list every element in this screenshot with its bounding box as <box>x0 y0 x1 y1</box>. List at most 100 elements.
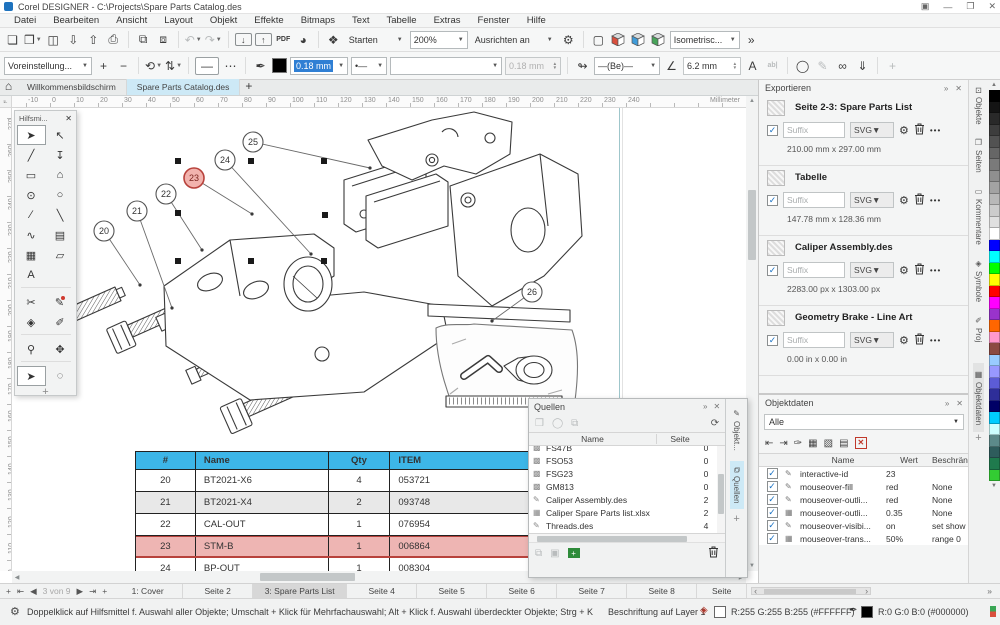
ellipse-halo-button[interactable]: ◯ <box>794 57 811 75</box>
palette-swatch-10[interactable] <box>989 205 1000 217</box>
tab-scroll-thumb[interactable] <box>764 589 856 594</box>
palette-swatch-26[interactable] <box>989 389 1000 401</box>
open-button[interactable]: ❒▼ <box>24 31 42 49</box>
docker-tab-objekt[interactable]: ✎Objekt... <box>730 403 743 457</box>
import-button[interactable]: ⇩ <box>65 31 82 49</box>
zoom-tool[interactable]: ⚲ <box>17 339 46 359</box>
quellen-close-icon[interactable]: ✕ <box>713 402 720 411</box>
export-checkbox[interactable]: ✓ <box>767 335 778 346</box>
palette-swatch-27[interactable] <box>989 401 1000 413</box>
lasso-tool[interactable]: ◌ <box>46 366 75 386</box>
export-checkbox[interactable]: ✓ <box>767 125 778 136</box>
palette-swatch-33[interactable] <box>989 470 1000 482</box>
export-button[interactable]: ⇧ <box>85 31 102 49</box>
trash-icon[interactable] <box>914 263 925 275</box>
vertical-scroll-thumb[interactable] <box>748 190 756 260</box>
menu-tabelle[interactable]: Tabelle <box>386 15 416 26</box>
page-tab-8[interactable]: Seite <box>697 584 747 598</box>
page-tab-1[interactable]: Seite 2 <box>183 584 253 598</box>
source-row-4[interactable]: ✎Caliper Assembly.des2 <box>529 493 725 506</box>
palette-swatch-32[interactable] <box>989 458 1000 470</box>
menu-hilfe[interactable]: Hilfe <box>527 15 546 26</box>
refresh-icon[interactable]: ⟳ <box>711 418 719 429</box>
export-delete-button[interactable] <box>914 193 925 208</box>
export-more-button[interactable]: ••• <box>930 126 941 135</box>
docker-tab-objekte[interactable]: ⊡Objekte <box>973 80 984 131</box>
palette-swatch-1[interactable] <box>989 102 1000 114</box>
export-settings-gear-icon[interactable]: ⚙ <box>899 264 909 277</box>
horizontal-ruler[interactable]: Millimeter -1001020304050607080901001101… <box>12 96 746 108</box>
pick-tool[interactable]: ➤ <box>17 125 46 145</box>
tab-scroll-right-icon[interactable]: › <box>865 586 868 596</box>
field-left-button[interactable]: ⇤ <box>765 438 773 449</box>
page-tab-scrollbar[interactable]: ‹› <box>751 587 871 595</box>
row-checkbox[interactable]: ✓ <box>767 520 778 531</box>
od-col-beschr[interactable]: Beschrän <box>932 455 968 465</box>
page-tab-2[interactable]: 3: Spare Parts List <box>253 584 347 598</box>
callout-26[interactable]: 26 <box>522 282 542 302</box>
trash-icon[interactable] <box>914 123 925 135</box>
starten-combo[interactable]: Starten▼ <box>345 31 407 49</box>
callout-style-combo[interactable]: —(Be)—▼ <box>594 57 660 75</box>
upload-content-button[interactable]: ↑ <box>255 33 272 46</box>
dashed-line-button[interactable]: ⋯ <box>222 57 239 75</box>
selection-handle[interactable] <box>321 258 327 264</box>
palette-swatch-22[interactable] <box>989 343 1000 355</box>
table-row-21[interactable]: 21BT2021-X42093748 <box>136 492 535 514</box>
copy-properties-button[interactable]: ⧉ <box>135 31 152 49</box>
download-content-button[interactable]: ↓ <box>235 33 252 46</box>
selection-handle[interactable] <box>248 258 254 264</box>
spin-down-icon[interactable]: ▼ <box>733 66 737 70</box>
exportieren-close-icon[interactable]: ✕ <box>955 84 962 93</box>
selection-handle[interactable] <box>248 158 254 164</box>
palette-swatch-24[interactable] <box>989 366 1000 378</box>
save-button[interactable]: ◫ <box>45 31 62 49</box>
format-select[interactable]: SVG▼ <box>850 262 894 278</box>
toolbox-title-bar[interactable]: Hilfsmi... ✕ <box>15 111 76 125</box>
table-row-22[interactable]: 22CAL-OUT1076954 <box>136 514 535 536</box>
menu-datei[interactable]: Datei <box>14 15 36 26</box>
field-right-button[interactable]: ⇥ <box>779 438 787 449</box>
callout-20[interactable]: 20 <box>94 221 114 241</box>
export-more-button[interactable]: ••• <box>930 196 941 205</box>
secondary-width-spinner[interactable]: 0.18 mm▲▼ <box>505 57 561 75</box>
source-row-3[interactable]: ▩GM8130 <box>529 480 725 493</box>
leader-gap-spinner[interactable]: 6.2 mm▲▼ <box>683 57 741 75</box>
document-tab-0[interactable]: Willkommensbildschirm <box>17 79 127 95</box>
diagonal-line-tool[interactable]: ╲ <box>46 205 75 225</box>
menu-fenster[interactable]: Fenster <box>478 15 510 26</box>
projection-front-cube-icon[interactable] <box>610 31 627 49</box>
palette-scroll-down-icon[interactable]: ▼ <box>991 481 997 491</box>
ellipse-center-tool[interactable]: ⊙ <box>17 185 46 205</box>
palette-swatch-30[interactable] <box>989 435 1000 447</box>
palette-swatch-15[interactable] <box>989 263 1000 275</box>
halo-settings-button[interactable]: ⟲▼ <box>145 57 162 75</box>
format-select[interactable]: SVG▼ <box>850 192 894 208</box>
trash-icon[interactable] <box>914 193 925 205</box>
docker-tab-objektdaten[interactable]: ▦Objektdaten <box>973 363 984 432</box>
approve-pen-button[interactable]: ✑ <box>794 438 802 449</box>
objektdaten-row-1[interactable]: ✓✎mouseover-fillredNone <box>759 480 969 493</box>
snap-to-combo[interactable]: Ausrichten an▼ <box>471 31 557 49</box>
pick-alt-tool[interactable]: ➤ <box>17 366 46 386</box>
scale-settings-button[interactable]: ⇅▼ <box>165 57 182 75</box>
palette-swatch-4[interactable] <box>989 136 1000 148</box>
delete-source-button[interactable] <box>708 546 719 561</box>
polygon-tool[interactable]: ⌂ <box>46 165 75 185</box>
row-checkbox[interactable]: ✓ <box>767 481 778 492</box>
objektdaten-row-2[interactable]: ✓✎mouseover-outli...redNone <box>759 493 969 506</box>
new-document-tab-button[interactable]: + <box>240 77 257 95</box>
objektdaten-column-headers[interactable]: Name Wert Beschrän <box>759 453 969 467</box>
suffix-input[interactable]: Suffix <box>783 122 845 138</box>
exportieren-title-bar[interactable]: Exportieren » ✕ <box>759 80 968 96</box>
toolbox-add-button[interactable]: + <box>17 386 75 398</box>
source-row-5[interactable]: ▦Caliper Spare Parts list.xlsx2 <box>529 506 725 519</box>
symbol-manager-button[interactable]: ⧈ <box>155 31 172 49</box>
od-col-wert[interactable]: Wert <box>886 455 932 465</box>
objektdaten-row-4[interactable]: ✓✎mouseover-visibi...onset show <box>759 519 969 532</box>
line-tool[interactable]: ∕ <box>17 205 46 225</box>
od-col-name[interactable]: Name <box>800 455 886 465</box>
pin-tool[interactable]: ↧ <box>46 145 75 165</box>
page-tab-3[interactable]: Seite 4 <box>347 584 417 598</box>
objektdaten-row-5[interactable]: ✓▦mouseover-trans...50%range 0 <box>759 532 969 545</box>
